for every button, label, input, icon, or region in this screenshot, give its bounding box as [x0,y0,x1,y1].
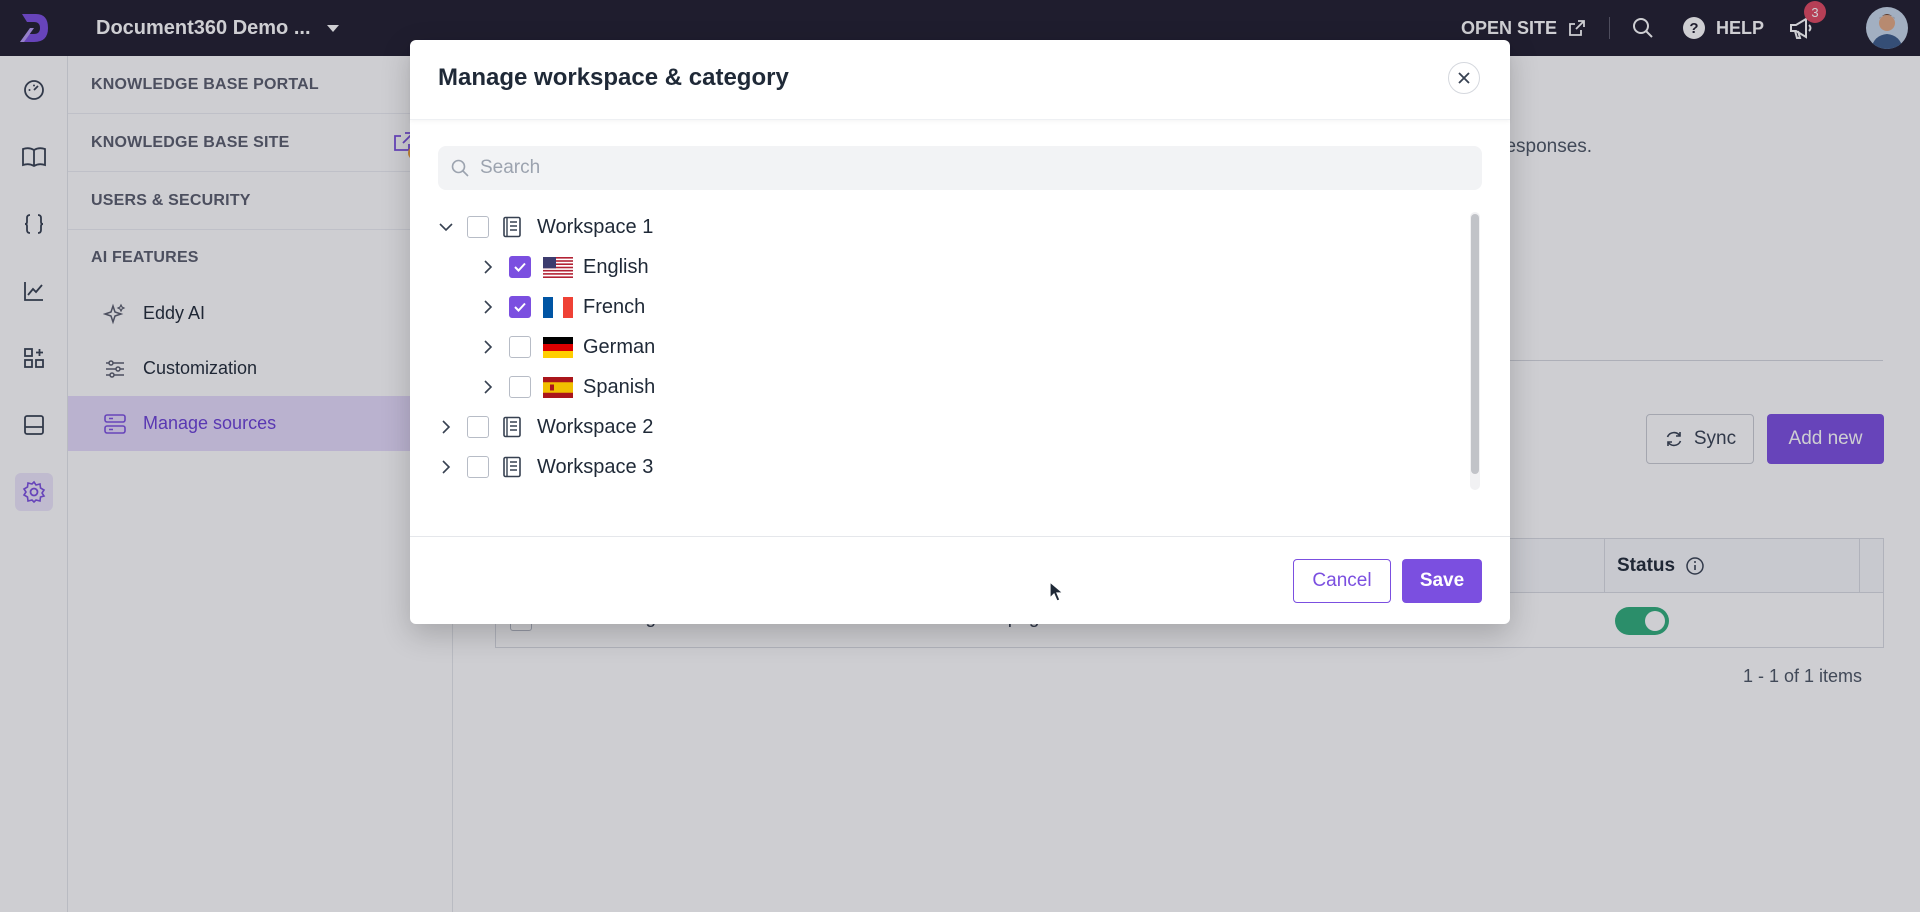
us-flag-icon [543,256,573,278]
dialog-footer: Cancel Save [410,536,1510,624]
chevron-right-icon[interactable] [480,379,496,395]
tree-node-french: French [438,287,1463,327]
de-flag-icon [543,336,573,358]
tree-node-workspace-2: Workspace 2 [438,407,1463,447]
chevron-down-icon[interactable] [438,219,454,235]
tree-node-workspace-1: Workspace 1 [438,207,1463,247]
chevron-right-icon[interactable] [438,459,454,475]
language-checkbox[interactable] [509,296,531,318]
chevron-right-icon[interactable] [480,339,496,355]
tree-scrollbar[interactable] [1470,212,1480,490]
workspace-checkbox[interactable] [467,416,489,438]
workspace-checkbox[interactable] [467,456,489,478]
workspace-checkbox[interactable] [467,216,489,238]
tree-node-german: German [438,327,1463,367]
tree-node-label[interactable]: French [583,296,645,319]
workspace-book-icon [501,455,523,479]
close-button[interactable] [1448,62,1480,94]
scrollbar-thumb[interactable] [1471,214,1479,474]
save-button[interactable]: Save [1402,559,1482,603]
chevron-right-icon[interactable] [438,419,454,435]
workspace-tree: Workspace 1 English French German Spanis… [438,207,1463,487]
close-icon [1458,72,1470,84]
dialog-title: Manage workspace & category [438,64,789,91]
fr-flag-icon [543,296,573,318]
tree-node-label[interactable]: English [583,256,649,279]
tree-node-label[interactable]: Workspace 2 [537,416,653,439]
tree-node-label[interactable]: German [583,336,655,359]
tree-node-label[interactable]: Spanish [583,376,655,399]
es-flag-icon [543,376,573,398]
tree-node-spanish: Spanish [438,367,1463,407]
chevron-right-icon[interactable] [480,299,496,315]
tree-node-english: English [438,247,1463,287]
chevron-right-icon[interactable] [480,259,496,275]
cancel-button[interactable]: Cancel [1293,559,1391,603]
search-input[interactable] [480,157,1460,179]
workspace-book-icon [501,215,523,239]
dialog-header: Manage workspace & category [410,40,1510,120]
search-icon [451,159,469,177]
tree-node-workspace-3: Workspace 3 [438,447,1463,487]
manage-workspace-dialog: Manage workspace & category Workspace 1 … [410,40,1510,624]
workspace-book-icon [501,415,523,439]
language-checkbox[interactable] [509,256,531,278]
tree-node-label[interactable]: Workspace 3 [537,456,653,479]
tree-node-label[interactable]: Workspace 1 [537,216,653,239]
language-checkbox[interactable] [509,376,531,398]
mouse-cursor-icon [1049,581,1065,602]
language-checkbox[interactable] [509,336,531,358]
search-field [438,146,1482,190]
